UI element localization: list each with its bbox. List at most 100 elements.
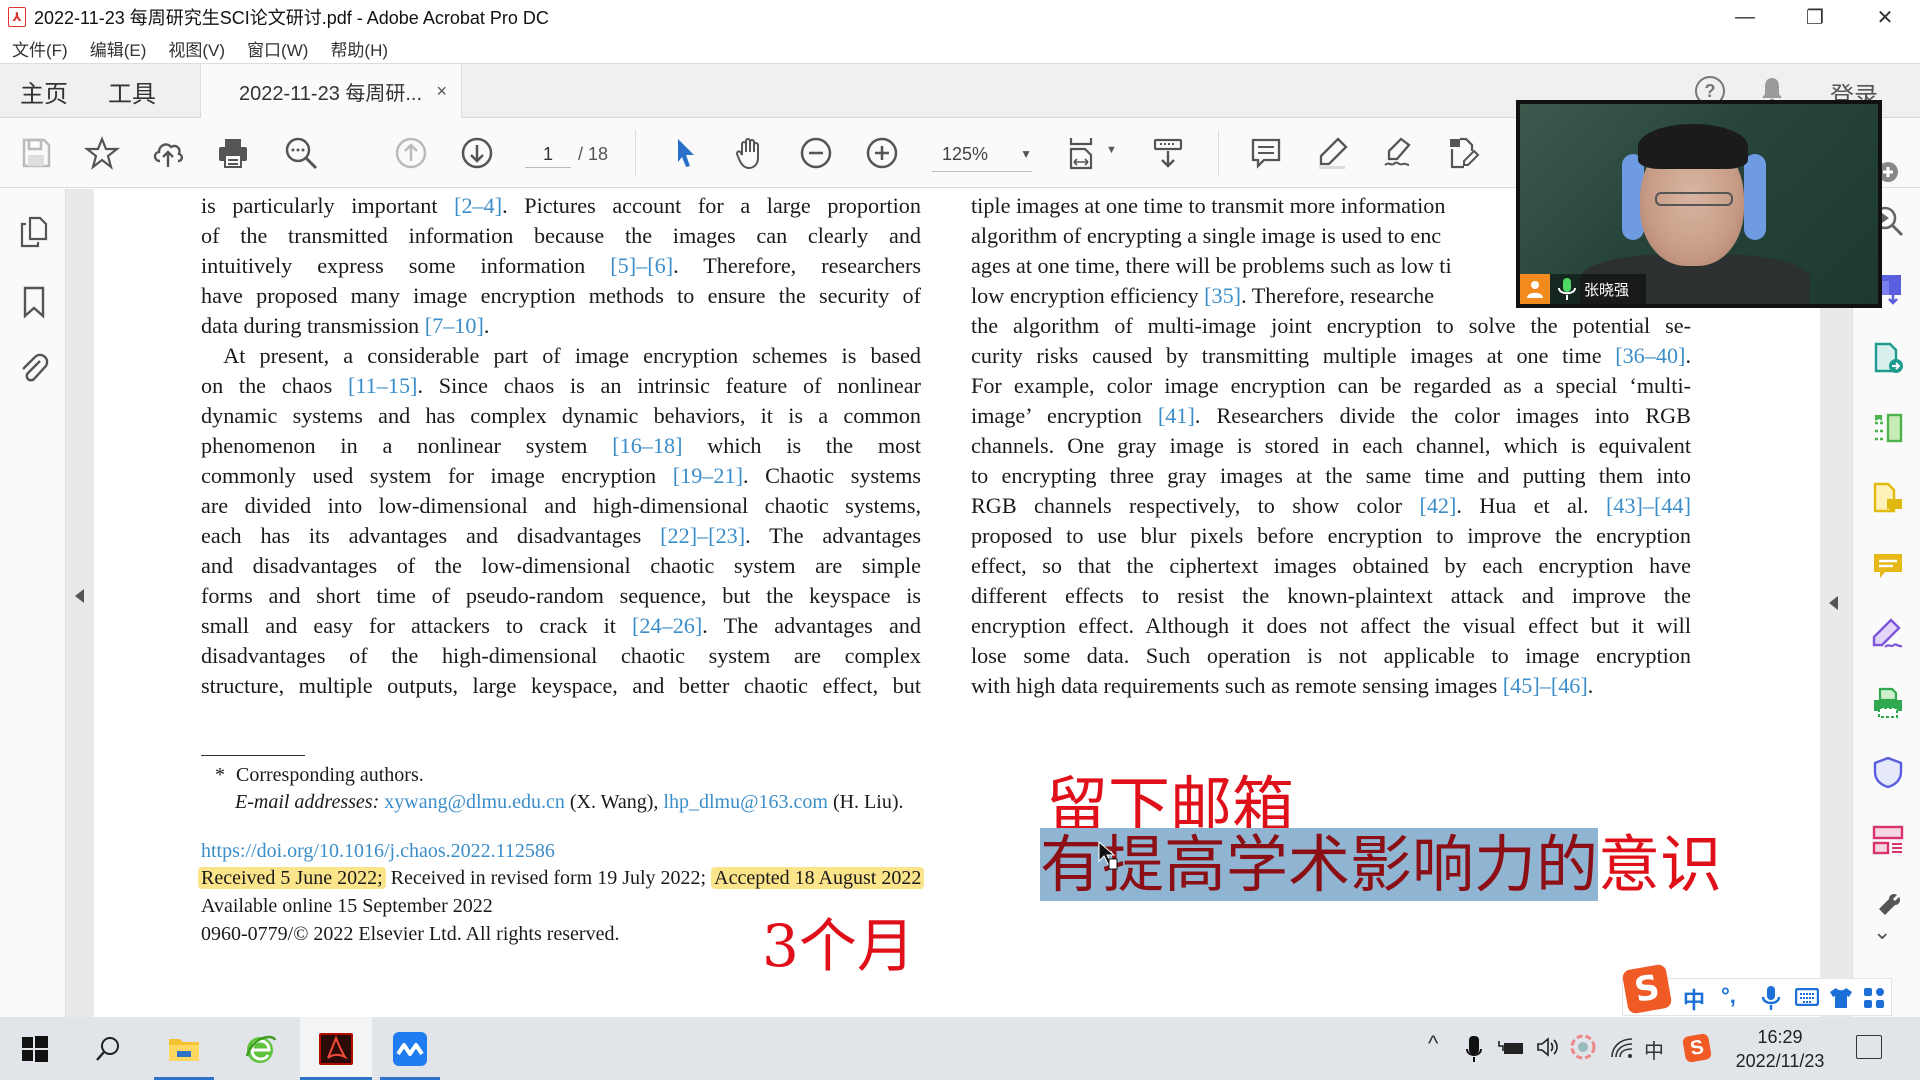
close-window-button[interactable]: ✕ (1850, 0, 1920, 34)
taskbar-file-explorer[interactable] (154, 1017, 214, 1080)
page-number-input[interactable]: 1 (525, 140, 571, 168)
fit-page-icon[interactable] (1062, 132, 1104, 174)
fit-page-dropdown-icon[interactable]: ▼ (1106, 144, 1117, 156)
zoom-level-select[interactable]: 125% ▼ (932, 136, 1032, 172)
annotation-academic-influence[interactable]: 有提高学术影响力的意识 (1040, 828, 1722, 901)
menu-view[interactable]: 视图(V) (168, 36, 225, 61)
left-pane-collapse[interactable] (66, 189, 94, 1017)
mic-icon[interactable] (1761, 985, 1781, 1011)
taskbar-meeting-app[interactable] (380, 1017, 440, 1080)
wifi-icon[interactable] (1610, 1037, 1634, 1059)
notification-center-icon[interactable] (1856, 1035, 1882, 1059)
citation-link[interactable]: [42] (1419, 493, 1456, 518)
battery-icon[interactable] (1498, 1039, 1524, 1057)
close-tab-icon[interactable]: × (436, 81, 447, 102)
citation-link[interactable]: [22]–[23] (660, 523, 745, 548)
text-line: encryption effect. Although it does not … (971, 611, 1691, 641)
protect-icon[interactable] (1871, 755, 1905, 789)
create-pdf-icon[interactable] (1871, 481, 1905, 515)
citation-link[interactable]: [35] (1204, 283, 1241, 308)
menu-window[interactable]: 窗口(W) (247, 36, 308, 61)
tray-ime-indicator[interactable]: 中 (1644, 1035, 1664, 1064)
save-icon[interactable] (15, 132, 57, 174)
zoom-in-icon[interactable] (861, 132, 903, 174)
page-thumbnails-icon[interactable] (18, 215, 50, 249)
annotation-three-months[interactable]: 3个月 (762, 899, 915, 983)
volume-icon[interactable] (1536, 1036, 1560, 1058)
received-date-highlight[interactable]: Received 5 June 2022; (198, 867, 386, 889)
accepted-date-highlight[interactable]: Accepted 18 August 2022 (711, 867, 925, 889)
citation-link[interactable]: [11–15] (348, 373, 417, 398)
hand-icon[interactable] (729, 132, 771, 174)
next-page-icon[interactable] (456, 132, 498, 174)
video-call-overlay[interactable]: 张晓强 (1516, 100, 1882, 308)
tab-tools[interactable]: 工具 (108, 74, 156, 109)
expand-tools-chevron-icon[interactable]: ⌄ (1873, 919, 1891, 945)
search-icon[interactable] (280, 132, 322, 174)
ime-mode-toggle[interactable]: 中 (1683, 983, 1705, 1015)
fill-sign-icon[interactable] (1871, 617, 1905, 651)
restore-button[interactable]: ❐ (1780, 0, 1850, 34)
upload-cloud-icon[interactable] (147, 132, 189, 174)
document-view[interactable]: is particularly important [2–4]. Picture… (94, 189, 1798, 1017)
collapse-right-arrow-icon[interactable] (1829, 596, 1838, 610)
forms-icon[interactable] (1871, 823, 1905, 857)
citation-link[interactable]: [7–10] (425, 313, 484, 338)
taskbar-search-button[interactable] (78, 1017, 138, 1080)
citation-link[interactable]: [16–18] (612, 433, 682, 458)
attachments-icon[interactable] (18, 351, 50, 385)
ime-toolbar[interactable]: S 中 °, (1621, 963, 1892, 1016)
keyboard-icon[interactable] (1795, 988, 1819, 1006)
menu-edit[interactable]: 编辑(E) (90, 36, 147, 61)
citation-link[interactable]: [45]–[46] (1503, 673, 1588, 698)
tray-expand-icon[interactable]: ^ (1428, 1031, 1438, 1057)
menu-help[interactable]: 帮助(H) (330, 36, 388, 61)
menu-file[interactable]: 文件(F) (12, 36, 68, 61)
bookmarks-icon[interactable] (18, 285, 50, 319)
zoom-out-icon[interactable] (795, 132, 837, 174)
tray-microphone-icon[interactable] (1466, 1035, 1482, 1063)
citation-link[interactable]: [5]–[6] (610, 253, 673, 278)
citation-link[interactable]: [24–26] (632, 613, 702, 638)
doi-link[interactable]: https://doi.org/10.1016/j.chaos.2022.112… (201, 840, 555, 863)
print-icon[interactable] (212, 132, 254, 174)
print-production-icon[interactable] (1871, 686, 1905, 720)
scroll-mode-icon[interactable] (1147, 132, 1189, 174)
annotation-unselected-text[interactable]: 意识 (1598, 828, 1722, 901)
tab-home[interactable]: 主页 (20, 74, 68, 109)
citation-link[interactable]: [43]–[44] (1606, 493, 1691, 518)
minimize-button[interactable]: — (1710, 0, 1780, 34)
select-cursor-icon[interactable] (664, 132, 706, 174)
tray-app-flower-icon[interactable] (1570, 1034, 1596, 1060)
annotation-selected-text[interactable]: 有提高学术影响力的 (1040, 828, 1599, 901)
mouse-cursor-icon (1098, 841, 1118, 870)
email-link-wang[interactable]: xywang@dlmu.edu.cn (384, 791, 565, 813)
edit-pdf-icon[interactable] (1441, 132, 1483, 174)
more-tools-icon[interactable] (1871, 889, 1905, 923)
comment-icon[interactable] (1245, 132, 1287, 174)
citation-link[interactable]: [2–4] (454, 193, 502, 218)
citation-link[interactable]: [36–40] (1615, 343, 1685, 368)
prev-page-icon[interactable] (390, 132, 432, 174)
highlight-icon[interactable] (1311, 132, 1353, 174)
email-link-liu[interactable]: lhp_dlmu@163.com (663, 791, 828, 813)
skin-icon[interactable] (1829, 987, 1853, 1009)
export-pdf-icon[interactable] (1871, 341, 1905, 375)
organize-pages-icon[interactable] (1871, 411, 1905, 445)
tab-document[interactable]: 2022-11-23 每周研... × (200, 64, 462, 119)
taskbar-browser[interactable] (230, 1017, 290, 1080)
ime-punctuation-toggle[interactable]: °, (1721, 983, 1736, 1009)
citation-link[interactable]: [19–21] (673, 463, 743, 488)
comment-tool-icon[interactable] (1871, 549, 1905, 583)
citation-link[interactable]: [41] (1158, 403, 1195, 428)
bookmark-star-icon[interactable] (81, 132, 123, 174)
collapse-left-arrow-icon[interactable] (75, 589, 84, 603)
tray-sogou-icon[interactable]: S (1681, 1032, 1713, 1064)
system-clock[interactable]: 16:29 2022/11/23 (1720, 1025, 1840, 1073)
sogou-logo-icon[interactable]: S (1621, 963, 1673, 1015)
start-button[interactable] (5, 1017, 65, 1080)
taskbar-acrobat[interactable] (300, 1017, 372, 1080)
sign-icon[interactable] (1376, 132, 1418, 174)
toolbox-icon[interactable] (1863, 987, 1885, 1009)
right-pane-collapse[interactable] (1820, 189, 1852, 1017)
